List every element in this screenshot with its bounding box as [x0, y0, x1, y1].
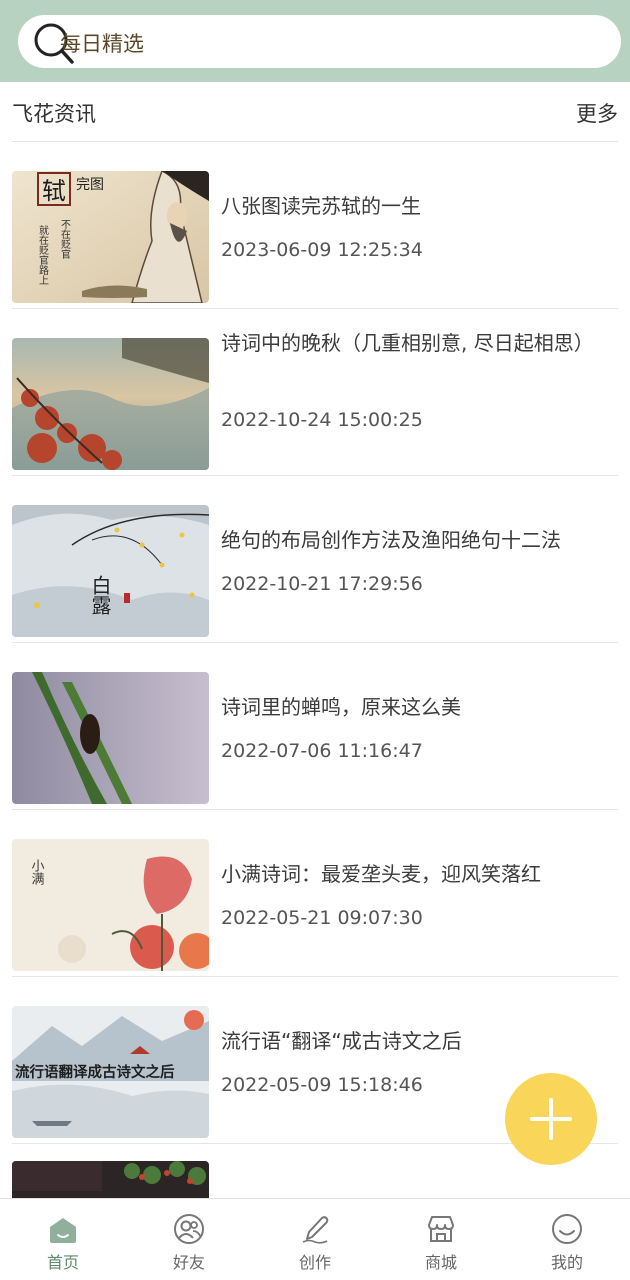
article-thumbnail[interactable]: 轼 完图 就在贬官路上 不在贬官 [12, 171, 209, 303]
tab-label: 创作 [298, 1253, 331, 1272]
article-title[interactable]: 流行语“翻译“成古诗文之后 [221, 1025, 606, 1057]
top-bar: 每日精选 [0, 0, 630, 82]
article-thumbnail[interactable] [12, 672, 209, 804]
thumb-char: 轼 [42, 177, 66, 205]
thumb-col2: 不在贬官 [59, 219, 71, 260]
article-thumbnail[interactable]: 流行语翻译成古诗文之后 [12, 1006, 209, 1138]
article-time: 2022-10-24 15:00:25 [221, 409, 423, 431]
plus-icon [530, 1098, 572, 1140]
shop-icon [428, 1216, 454, 1242]
thumb-title-text: 白露 [88, 575, 112, 615]
search-bar[interactable]: 每日精选 [18, 15, 621, 68]
article-thumbnail[interactable]: 白露 [12, 505, 209, 637]
thumb-title-text: 小满 [29, 859, 45, 885]
more-link[interactable]: 更多 [576, 98, 618, 128]
article-time: 2022-05-21 09:07:30 [221, 907, 423, 929]
article-title[interactable]: 八张图读完苏轼的一生 [221, 190, 606, 222]
friends-icon [174, 1214, 204, 1244]
article-thumbnail[interactable]: 小满 [12, 839, 209, 971]
bottom-tab-bar: 首页 好友 创作 商城 我的 [0, 1198, 630, 1280]
article-item[interactable]: 白露 绝句的布局创作方法及渔阳绝句十二法 2022-10-21 17:29:56 [0, 476, 630, 643]
search-placeholder: 每日精选 [60, 32, 144, 56]
article-thumbnail[interactable] [12, 1161, 209, 1198]
article-item[interactable]: 诗词里的蝉鸣，原来这么美 2022-07-06 11:16:47 [0, 643, 630, 810]
tab-label: 首页 [46, 1253, 79, 1272]
article-time: 2022-10-21 17:29:56 [221, 573, 423, 595]
article-item[interactable]: 小满 小满诗词：最爱垄头麦，迎风笑落红 2022-05-21 09:07:30 [0, 810, 630, 977]
article-title[interactable]: 诗词中的晚秋（几重相别意, 尽日起相思） [221, 327, 606, 359]
add-button[interactable] [505, 1073, 597, 1165]
article-time: 2022-07-06 11:16:47 [221, 740, 423, 762]
article-title[interactable]: 小满诗词：最爱垄头麦，迎风笑落红 [221, 858, 606, 890]
thumb-title-text: 流行语翻译成古诗文之后 [15, 1063, 175, 1081]
tab-profile[interactable]: 我的 [504, 1199, 630, 1280]
section-title: 飞花资讯 [12, 102, 96, 126]
article-list[interactable]: 轼 完图 就在贬官路上 不在贬官 八张图读完苏轼的一生 2023-06-09 1… [0, 142, 630, 1198]
tab-home[interactable]: 首页 [0, 1199, 126, 1280]
tab-label: 商城 [424, 1253, 457, 1272]
article-item[interactable]: 诗词中的晚秋（几重相别意, 尽日起相思） 2022-10-24 15:00:25 [0, 309, 630, 476]
thumb-col1: 就在贬官路上 [37, 224, 49, 285]
tab-label: 好友 [172, 1253, 205, 1272]
tab-friends[interactable]: 好友 [126, 1199, 252, 1280]
article-thumbnail[interactable] [12, 338, 209, 470]
article-title[interactable]: 诗词里的蝉鸣，原来这么美 [221, 691, 606, 723]
tab-label: 我的 [550, 1253, 583, 1272]
article-title[interactable]: 绝句的布局创作方法及渔阳绝句十二法 [221, 524, 606, 556]
article-time: 2022-05-09 15:18:46 [221, 1074, 423, 1096]
pen-icon [302, 1216, 329, 1244]
home-icon [50, 1218, 76, 1243]
smile-icon [552, 1214, 582, 1244]
article-time: 2023-06-09 12:25:34 [221, 239, 423, 261]
tab-create[interactable]: 创作 [252, 1199, 378, 1280]
thumb-top-text: 完图 [76, 177, 104, 193]
section-header: 飞花资讯 更多 [0, 82, 630, 142]
article-item[interactable]: 轼 完图 就在贬官路上 不在贬官 八张图读完苏轼的一生 2023-06-09 1… [0, 142, 630, 309]
tab-shop[interactable]: 商城 [378, 1199, 504, 1280]
